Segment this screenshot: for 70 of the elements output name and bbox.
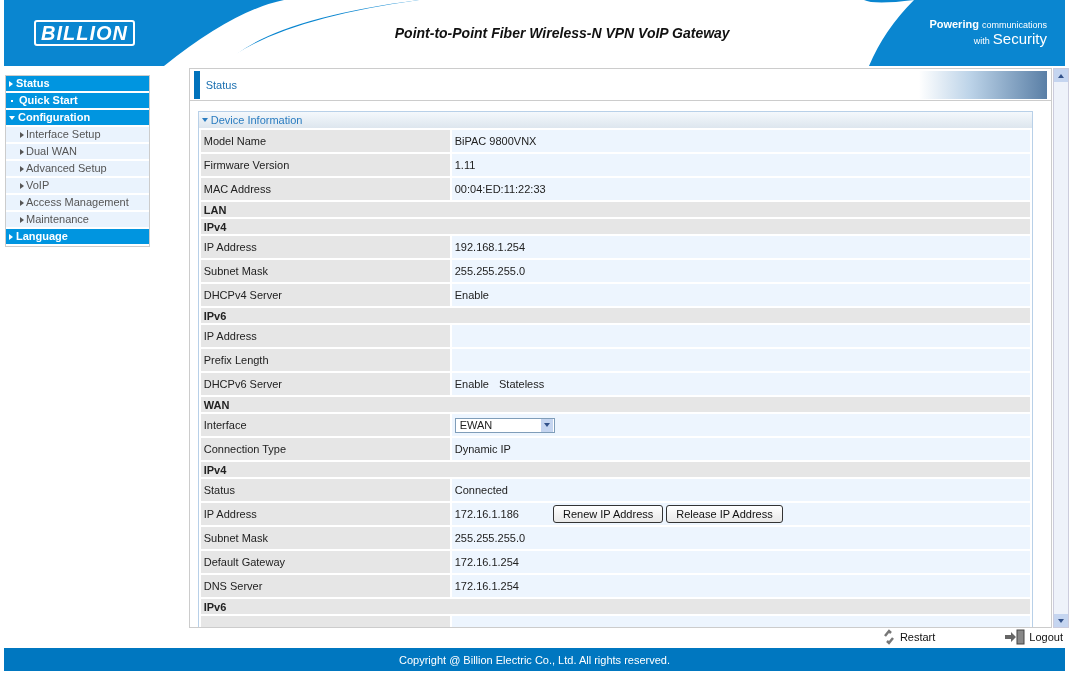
- field-label: IP Address: [200, 236, 450, 258]
- caret-right-icon: [20, 165, 24, 172]
- caret-right-icon: [9, 80, 13, 87]
- field-label: Connection Type: [200, 438, 450, 460]
- field-value: Connected: [454, 484, 508, 496]
- field-value: Dynamic IP: [454, 443, 511, 455]
- logo-text: BILLION: [34, 20, 135, 46]
- action-button[interactable]: Release IP Address: [666, 505, 783, 523]
- title-accent: [193, 70, 200, 99]
- field-value: 255.255.255.0: [454, 265, 526, 277]
- interface-dropdown[interactable]: EWAN: [454, 417, 555, 433]
- submenu-item[interactable]: Access Management: [6, 195, 149, 212]
- field-label: MAC Address: [200, 178, 450, 200]
- caret-right-icon: [20, 199, 24, 206]
- scroll-down-icon[interactable]: [1054, 614, 1068, 627]
- field-label: IP Address: [200, 503, 450, 525]
- field-label: Prefix Length: [200, 349, 450, 371]
- caret-right-icon: [20, 182, 24, 189]
- field-value: Enable: [454, 289, 489, 301]
- group-heading: LAN: [200, 202, 1031, 217]
- group-heading: IPv6: [200, 308, 1031, 323]
- submenu-item[interactable]: Interface Setup: [6, 127, 149, 144]
- group-heading: IPv4: [200, 462, 1031, 477]
- submenu-item[interactable]: VoIP: [6, 178, 149, 195]
- group-heading: IPv6: [200, 599, 1031, 614]
- field-value: 255.255.255.0: [454, 532, 526, 544]
- field-value: 00:04:ED:11:22:33: [454, 183, 546, 195]
- field-value: 172.16.1.186: [454, 508, 519, 520]
- tagline: Powering communications with Security: [929, 18, 1047, 48]
- field-value: Enable: [454, 378, 489, 390]
- caret-right-icon: [20, 216, 24, 223]
- field-value: Stateless: [499, 378, 545, 390]
- field-label: Subnet Mask: [200, 260, 450, 282]
- field-label: DHCPv6 Server: [200, 373, 450, 395]
- caret-right-icon: [20, 148, 24, 155]
- field-label: DHCPv4 Server: [200, 284, 450, 306]
- caret-right-icon: [9, 233, 13, 240]
- group-heading: WAN: [200, 397, 1031, 412]
- scrollbar[interactable]: [1053, 68, 1069, 628]
- caret-down-icon: [9, 115, 15, 120]
- submenu-item[interactable]: Dual WAN: [6, 144, 149, 161]
- caret-right-icon: [20, 131, 24, 138]
- caret-down-icon: [201, 118, 208, 122]
- field-label: Model Name: [200, 130, 450, 152]
- field-value: BiPAC 9800VNX: [454, 135, 537, 147]
- field-value: 172.16.1.254: [454, 580, 519, 592]
- section-header[interactable]: Device Information: [198, 112, 1033, 128]
- restart-link[interactable]: Restart: [881, 629, 936, 645]
- field-label: Firmware Version: [200, 154, 450, 176]
- action-button[interactable]: Renew IP Address: [552, 505, 664, 523]
- field-value: 172.16.1.254: [454, 556, 519, 568]
- submenu-item[interactable]: Advanced Setup: [6, 161, 149, 178]
- refresh-icon: [881, 629, 896, 645]
- scroll-up-icon[interactable]: [1054, 69, 1068, 82]
- logout-link[interactable]: Logout: [1005, 629, 1063, 645]
- field-label: Interface: [200, 414, 450, 436]
- group-heading: IPv4: [200, 219, 1031, 234]
- field-label: Subnet Mask: [200, 527, 450, 549]
- field-value: 1.11: [454, 159, 476, 171]
- product-title: Point-to-Point Fiber Wireless-N VPN VoIP Gateway: [393, 25, 731, 41]
- field-label: DNS Server: [200, 575, 450, 597]
- field-label: Default Gateway: [200, 551, 450, 573]
- copyright-footer: Copyright @ Billion Electric Co., Ltd. All rights reserved.: [4, 648, 1065, 671]
- field-label: IP Address: [200, 325, 450, 347]
- field-value: 192.168.1.254: [454, 241, 526, 253]
- door-exit-icon: [1005, 629, 1026, 645]
- field-label: Status: [200, 479, 450, 501]
- chevron-down-icon: [540, 418, 553, 432]
- submenu-item[interactable]: Maintenance: [6, 212, 149, 229]
- page-title: Status: [205, 78, 238, 91]
